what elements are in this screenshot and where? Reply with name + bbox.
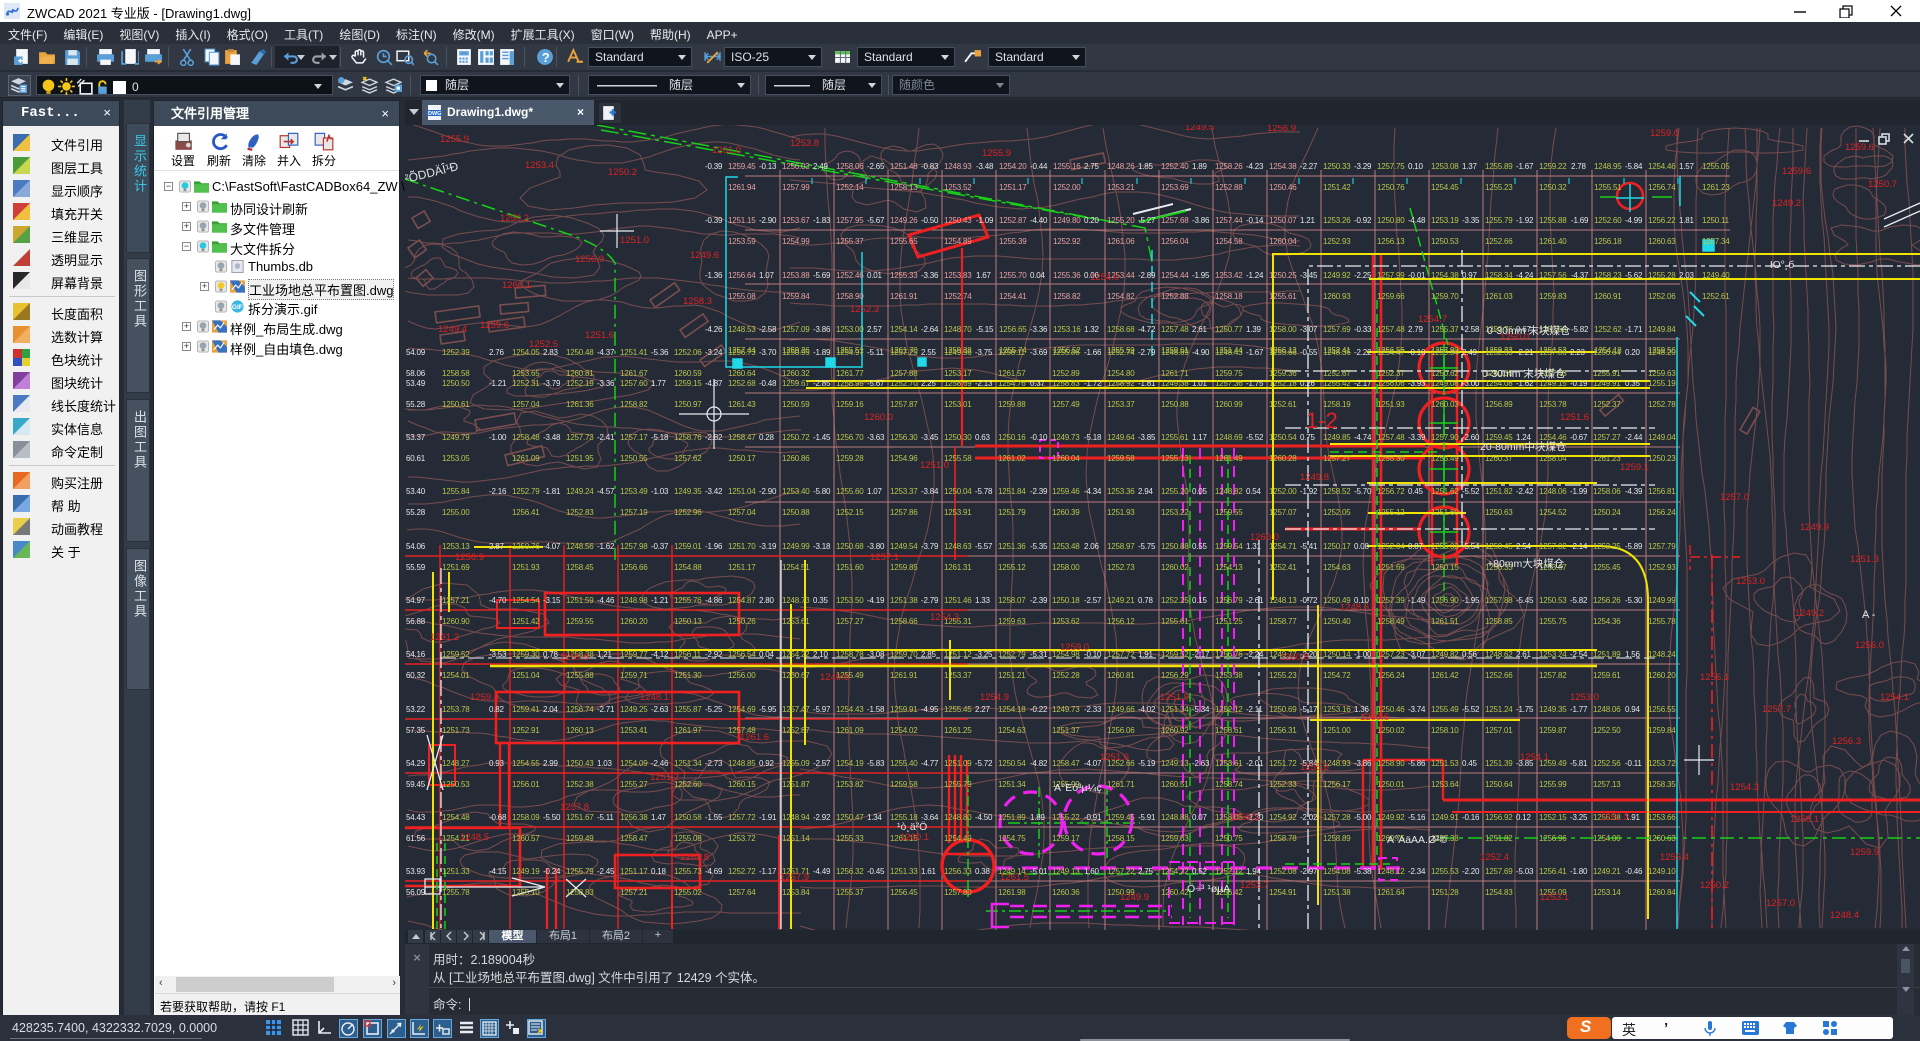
svg-text:1252.3: 1252.3 — [850, 304, 879, 315]
svg-text:1252.5: 1252.5 — [529, 339, 558, 350]
svg-text:1256.9: 1256.9 — [575, 254, 604, 265]
svg-text:1256.1: 1256.1 — [1700, 672, 1729, 683]
svg-text:1249.6: 1249.6 — [690, 250, 719, 261]
svg-text:1259.9: 1259.9 — [560, 652, 589, 663]
svg-text:1257.7: 1257.7 — [1762, 704, 1791, 715]
svg-text:1250.7: 1250.7 — [1868, 179, 1897, 190]
svg-text:¹ò¸ä²Ö: ¹ò¸ä²Ö — [897, 821, 927, 833]
svg-text:1253.0: 1253.0 — [1736, 576, 1765, 587]
svg-text:0-30mm 末块煤仓: 0-30mm 末块煤仓 — [1482, 367, 1566, 380]
svg-text:1257.9: 1257.9 — [780, 872, 809, 883]
svg-text:1253.0: 1253.0 — [1570, 692, 1599, 703]
svg-text:1254.7: 1254.7 — [1418, 314, 1447, 325]
svg-text:1251.3: 1251.3 — [1850, 554, 1879, 565]
svg-text:1251.9: 1251.9 — [1160, 692, 1189, 703]
svg-text:A -: A - — [1862, 609, 1876, 621]
svg-text:1249.2: 1249.2 — [1795, 608, 1824, 619]
svg-text:1248.4: 1248.4 — [1830, 910, 1859, 921]
svg-text:1249.4: 1249.4 — [438, 324, 467, 335]
svg-text:A°AäAA.Ø¹©: A°AäAA.Ø¹© — [1387, 834, 1448, 846]
svg-text:20-80mm中块煤仓: 20-80mm中块煤仓 — [1480, 440, 1567, 453]
svg-text:1248.6: 1248.6 — [1340, 602, 1369, 613]
svg-text:1261.6: 1261.6 — [740, 732, 769, 743]
svg-text:1259.1: 1259.1 — [1620, 462, 1649, 473]
svg-text:1254.3: 1254.3 — [930, 612, 959, 623]
svg-text:1248.1: 1248.1 — [640, 692, 669, 703]
svg-text:0-30mm 末块煤仓: 0-30mm 末块煤仓 — [1487, 324, 1571, 337]
svg-text:1253.7: 1253.7 — [1240, 880, 1269, 891]
svg-text:1250.2: 1250.2 — [1700, 880, 1729, 891]
svg-text:1249.9: 1249.9 — [1800, 522, 1829, 533]
svg-text:1259.3: 1259.3 — [1230, 812, 1259, 823]
svg-text:1259.6: 1259.6 — [1782, 166, 1811, 177]
svg-text:1251.0: 1251.0 — [920, 460, 949, 471]
svg-text:1251.6: 1251.6 — [1100, 752, 1129, 763]
svg-text:1253.8: 1253.8 — [790, 138, 819, 149]
svg-text:Ю°¸б: Ю°¸б — [1770, 259, 1794, 271]
svg-text:1255.5: 1255.5 — [1300, 762, 1329, 773]
svg-text:1257.1: 1257.1 — [870, 552, 899, 563]
svg-text:1259.9: 1259.9 — [1850, 847, 1879, 858]
svg-text:1256.9: 1256.9 — [455, 552, 484, 563]
svg-text:1261.5: 1261.5 — [1000, 872, 1029, 883]
svg-text:1258.3: 1258.3 — [683, 296, 712, 307]
svg-text:1259.0: 1259.0 — [1060, 642, 1089, 653]
svg-text:1248.5: 1248.5 — [460, 832, 489, 843]
svg-text:1252.4: 1252.4 — [1480, 852, 1509, 863]
svg-text:1261.2: 1261.2 — [430, 632, 459, 643]
svg-text:1251.6: 1251.6 — [585, 330, 614, 341]
svg-text:1249.5: 1249.5 — [1185, 125, 1214, 133]
svg-text:1258.1: 1258.1 — [1790, 814, 1819, 825]
svg-text:1253.4: 1253.4 — [525, 160, 554, 171]
svg-text:1261.0: 1261.0 — [712, 145, 741, 156]
svg-text:1257.8: 1257.8 — [560, 802, 589, 813]
svg-text:1259.0: 1259.0 — [1650, 128, 1679, 139]
svg-text:?: ? — [542, 51, 550, 65]
svg-text:1251.6: 1251.6 — [1560, 412, 1589, 423]
svg-text:1260.6: 1260.6 — [1360, 712, 1389, 723]
svg-text:1250.2: 1250.2 — [608, 167, 637, 178]
svg-text:+80mm大块煤仓: +80mm大块煤仓 — [1487, 557, 1565, 570]
svg-text:1257.0: 1257.0 — [1720, 492, 1749, 503]
svg-text:1254.1: 1254.1 — [1520, 752, 1549, 763]
svg-text:1260.1: 1260.1 — [502, 280, 531, 291]
svg-text:1249.6: 1249.6 — [820, 672, 849, 683]
svg-text:Ö÷³ ¹øµA: Ö÷³ ¹øµA — [1187, 883, 1230, 895]
svg-text:1254.0: 1254.0 — [1090, 272, 1119, 283]
svg-text:1260.1: 1260.1 — [900, 832, 929, 843]
svg-text:A°Eó³µ¼ç: A°Eó³µ¼ç — [1054, 782, 1102, 794]
svg-text:1250.2: 1250.2 — [500, 213, 529, 224]
svg-text:1249.2: 1249.2 — [1772, 198, 1801, 209]
svg-text:1251.2: 1251.2 — [650, 772, 679, 783]
svg-text:1257.0: 1257.0 — [1766, 898, 1795, 909]
svg-text:1254.1: 1254.1 — [1880, 692, 1909, 703]
svg-text:1249.8: 1249.8 — [1300, 472, 1329, 483]
svg-text:1253.1: 1253.1 — [1540, 892, 1569, 903]
svg-text:1251.3: 1251.3 — [1600, 812, 1629, 823]
svg-text:1259.4: 1259.4 — [470, 692, 499, 703]
svg-text:1255.4: 1255.4 — [1660, 852, 1689, 863]
svg-text:1256.0: 1256.0 — [1855, 640, 1884, 651]
svg-text:1251.0: 1251.0 — [620, 235, 649, 246]
svg-text:1260.0: 1260.0 — [1250, 532, 1279, 543]
svg-text:1256.9: 1256.9 — [1267, 125, 1296, 134]
svg-text:1254.9: 1254.9 — [980, 692, 1009, 703]
svg-text:1249.9: 1249.9 — [1120, 892, 1149, 903]
svg-text:1255.9: 1255.9 — [440, 134, 469, 145]
svg-text:1260.0: 1260.0 — [864, 412, 893, 423]
svg-text:1259.6: 1259.6 — [480, 320, 509, 331]
svg-text:GIF: GIF — [232, 304, 243, 311]
svg-text:DWG: DWG — [428, 111, 441, 117]
svg-text:1260.8: 1260.8 — [1280, 652, 1309, 663]
svg-text:1-2: 1-2 — [1306, 408, 1338, 433]
svg-text:1255.9: 1255.9 — [982, 148, 1011, 159]
svg-text:1256.3: 1256.3 — [1832, 736, 1861, 747]
svg-text:1254.3: 1254.3 — [1730, 782, 1759, 793]
svg-text:1261.8: 1261.8 — [680, 852, 709, 863]
